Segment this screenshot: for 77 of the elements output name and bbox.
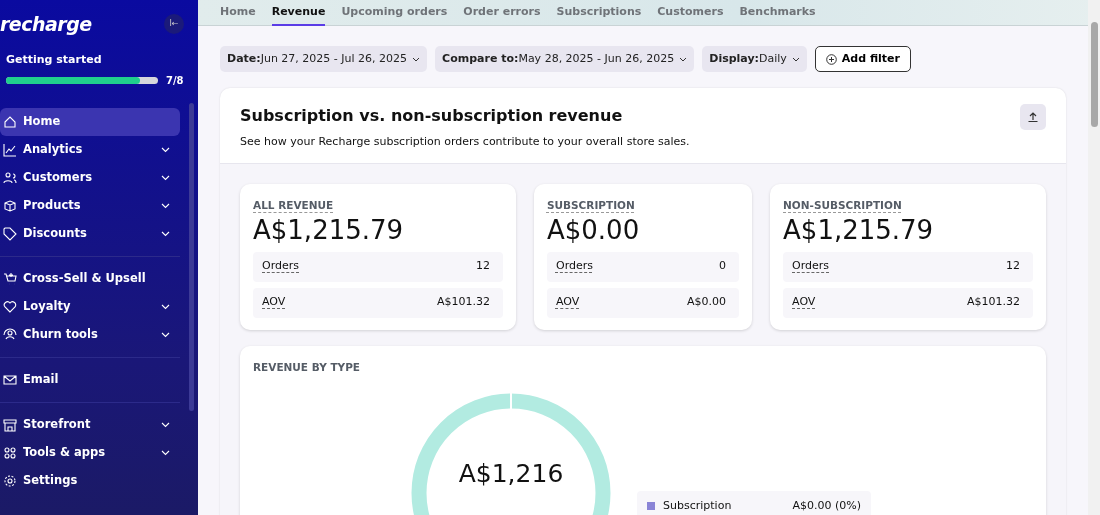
caret-icon [791,56,800,62]
tab[interactable]: Order errors [463,0,541,26]
sidebar-item[interactable]: Customers [0,163,180,192]
metric-heading: NON-SUBSCRIPTION [783,198,902,211]
storefront-icon [3,417,17,432]
caret-icon [679,56,688,62]
tab[interactable]: Home [220,0,256,26]
tab[interactable]: Customers [657,0,724,26]
chevron-icon [161,146,170,153]
tab[interactable]: Benchmarks [739,0,816,26]
metric-label: Orders [555,258,593,275]
panel-subtitle: See how your Recharge subscription orders contribute to your overall store sales. [240,134,690,150]
filter-dropdown[interactable]: Display:Daily [702,46,807,72]
filter-dropdown[interactable]: Date:Jun 27, 2025 - Jul 26, 2025 [220,46,428,72]
metric-number: A$101.32 [436,294,490,311]
sidebar-item[interactable]: Tools & apps [0,438,180,467]
person-icon [3,327,17,342]
metric-value: A$1,215.79 [783,213,935,246]
chevron-icon [161,174,170,181]
sidebar-item[interactable]: Storefront [0,410,180,439]
panel-title: Subscription vs. non-subscription revenue [240,105,624,127]
metric-value: A$0.00 [546,213,641,246]
sidebar-item[interactable]: Email [0,365,180,394]
metric-number: A$0.00 [687,294,727,311]
metric-number: A$101.32 [967,294,1020,311]
sidebar-item[interactable]: Churn tools [0,320,180,349]
sidebar-item[interactable]: Settings [0,466,180,495]
sidebar-item[interactable]: Home [0,107,180,136]
scrollbar[interactable] [1088,0,1100,515]
metric-heading: SUBSCRIPTION [546,198,635,211]
sidebar-item[interactable]: Loyalty [0,292,180,321]
collapse-button[interactable]: I← [164,14,184,34]
metric-value: A$1,215.79 [253,213,405,246]
donut-total: A$1,216 [457,458,565,491]
card-heading: REVENUE BY TYPE [253,359,362,375]
settings-icon [3,473,17,488]
tag-icon [3,226,17,241]
chevron-icon [161,303,170,310]
grid-icon [3,445,17,460]
plus-icon [825,53,837,65]
metric-number: 0 [719,258,727,275]
metric-label: AOV [792,294,816,311]
tab[interactable]: Revenue [271,0,326,26]
chevron-icon [161,449,170,456]
sidebar-scrollbar[interactable] [189,103,194,411]
sidebar-item[interactable]: Cross-Sell & Upsell [0,264,180,293]
metric-number: 12 [475,258,490,275]
metric-label: Orders [262,258,299,275]
envelope-icon [3,372,17,387]
filter-dropdown[interactable]: Compare to:May 28, 2025 - Jun 26, 2025 [435,46,695,72]
export-button[interactable] [1020,104,1046,130]
sidebar-item[interactable]: Discounts [0,219,180,248]
metric-label: AOV [555,294,580,311]
chevron-icon [161,331,170,338]
caret-icon [412,56,421,62]
progress-count: 7/8 [166,73,184,88]
progress-label: Getting started [6,52,103,68]
people-icon [3,170,17,185]
tab[interactable]: Upcoming orders [341,0,448,26]
metric-heading: ALL REVENUE [253,198,334,211]
sidebar-item[interactable]: Products [0,191,180,220]
metric-label: AOV [262,294,286,311]
add-filter-button[interactable]: Add filter [814,46,911,72]
tab[interactable]: Subscriptions [556,0,642,26]
house-icon [3,114,17,129]
logo: recharge [0,11,92,37]
legend-item: Subscription A$0.00 (0%) [637,491,871,515]
metric-number: 12 [1006,258,1020,275]
upload-icon [1027,111,1039,123]
heart-icon [3,299,17,314]
metric-label: Orders [792,258,830,275]
chevron-icon [161,202,170,209]
box-icon [3,198,17,213]
chevron-icon [161,421,170,428]
sidebar-item[interactable]: Analytics [0,135,180,164]
chevron-icon [161,230,170,237]
line-chart-icon [3,142,17,157]
